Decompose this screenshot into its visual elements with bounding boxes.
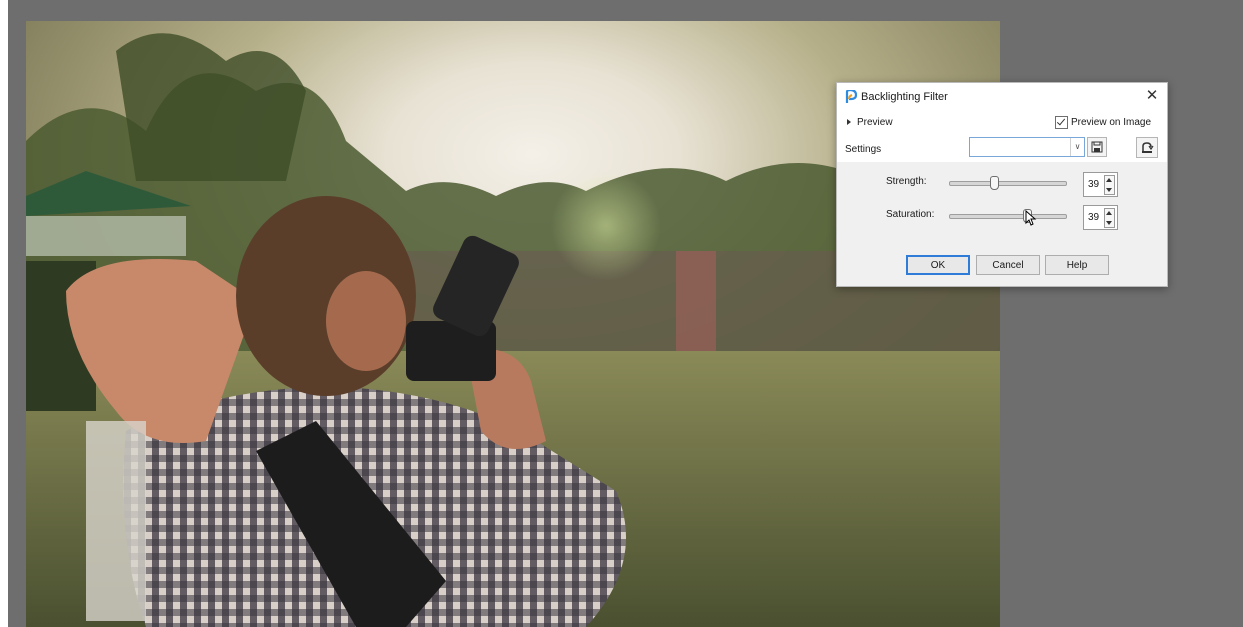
expand-triangle-icon — [847, 119, 851, 126]
dialog-titlebar[interactable]: Backlighting Filter ✕ — [837, 83, 1167, 111]
strength-value: 39 — [1088, 179, 1100, 190]
strength-slider-track[interactable] — [949, 181, 1067, 186]
preview-on-image-label: Preview on Image — [1071, 117, 1152, 128]
settings-row: Settings ∨ — [837, 134, 1167, 160]
strength-spin-arrows[interactable] — [1104, 175, 1115, 195]
settings-label: Settings — [845, 144, 882, 155]
saturation-spin-arrows[interactable] — [1104, 208, 1115, 228]
saturation-label: Saturation: — [886, 209, 935, 220]
chevron-down-icon[interactable]: ∨ — [1070, 138, 1084, 156]
workspace-edge — [0, 0, 8, 627]
strength-spinbox[interactable]: 39 — [1083, 172, 1118, 197]
strength-slider-thumb[interactable] — [990, 176, 999, 190]
paintshop-app-icon — [845, 88, 858, 104]
spin-up-icon[interactable] — [1106, 178, 1112, 182]
cancel-button[interactable]: Cancel — [976, 255, 1040, 275]
save-icon — [1091, 141, 1103, 153]
strength-label: Strength: — [886, 176, 927, 187]
close-icon[interactable]: ✕ — [1143, 87, 1161, 105]
mouse-pointer-icon — [1025, 209, 1037, 229]
saturation-spinbox[interactable]: 39 — [1083, 205, 1118, 230]
preview-on-image-checkbox[interactable]: Preview on Image — [1055, 116, 1151, 129]
preview-label: Preview — [857, 117, 893, 128]
reset-to-default-button[interactable] — [1136, 137, 1158, 158]
settings-dropdown[interactable]: ∨ — [969, 137, 1085, 157]
saturation-value: 39 — [1088, 212, 1100, 223]
spin-down-icon[interactable] — [1106, 221, 1112, 225]
save-preset-button[interactable] — [1087, 137, 1107, 157]
dialog-title: Backlighting Filter — [861, 91, 948, 103]
spin-down-icon[interactable] — [1106, 188, 1112, 192]
checkbox-checked-icon[interactable] — [1055, 116, 1068, 129]
workspace: Backlighting Filter ✕ Preview Preview on… — [0, 0, 1243, 627]
ok-button[interactable]: OK — [906, 255, 970, 275]
help-button[interactable]: Help — [1045, 255, 1109, 275]
preview-expander[interactable]: Preview — [847, 117, 893, 128]
backlighting-filter-dialog: Backlighting Filter ✕ Preview Preview on… — [836, 82, 1168, 287]
reset-icon — [1142, 142, 1154, 153]
saturation-slider-track[interactable] — [949, 214, 1067, 219]
spin-up-icon[interactable] — [1106, 211, 1112, 215]
